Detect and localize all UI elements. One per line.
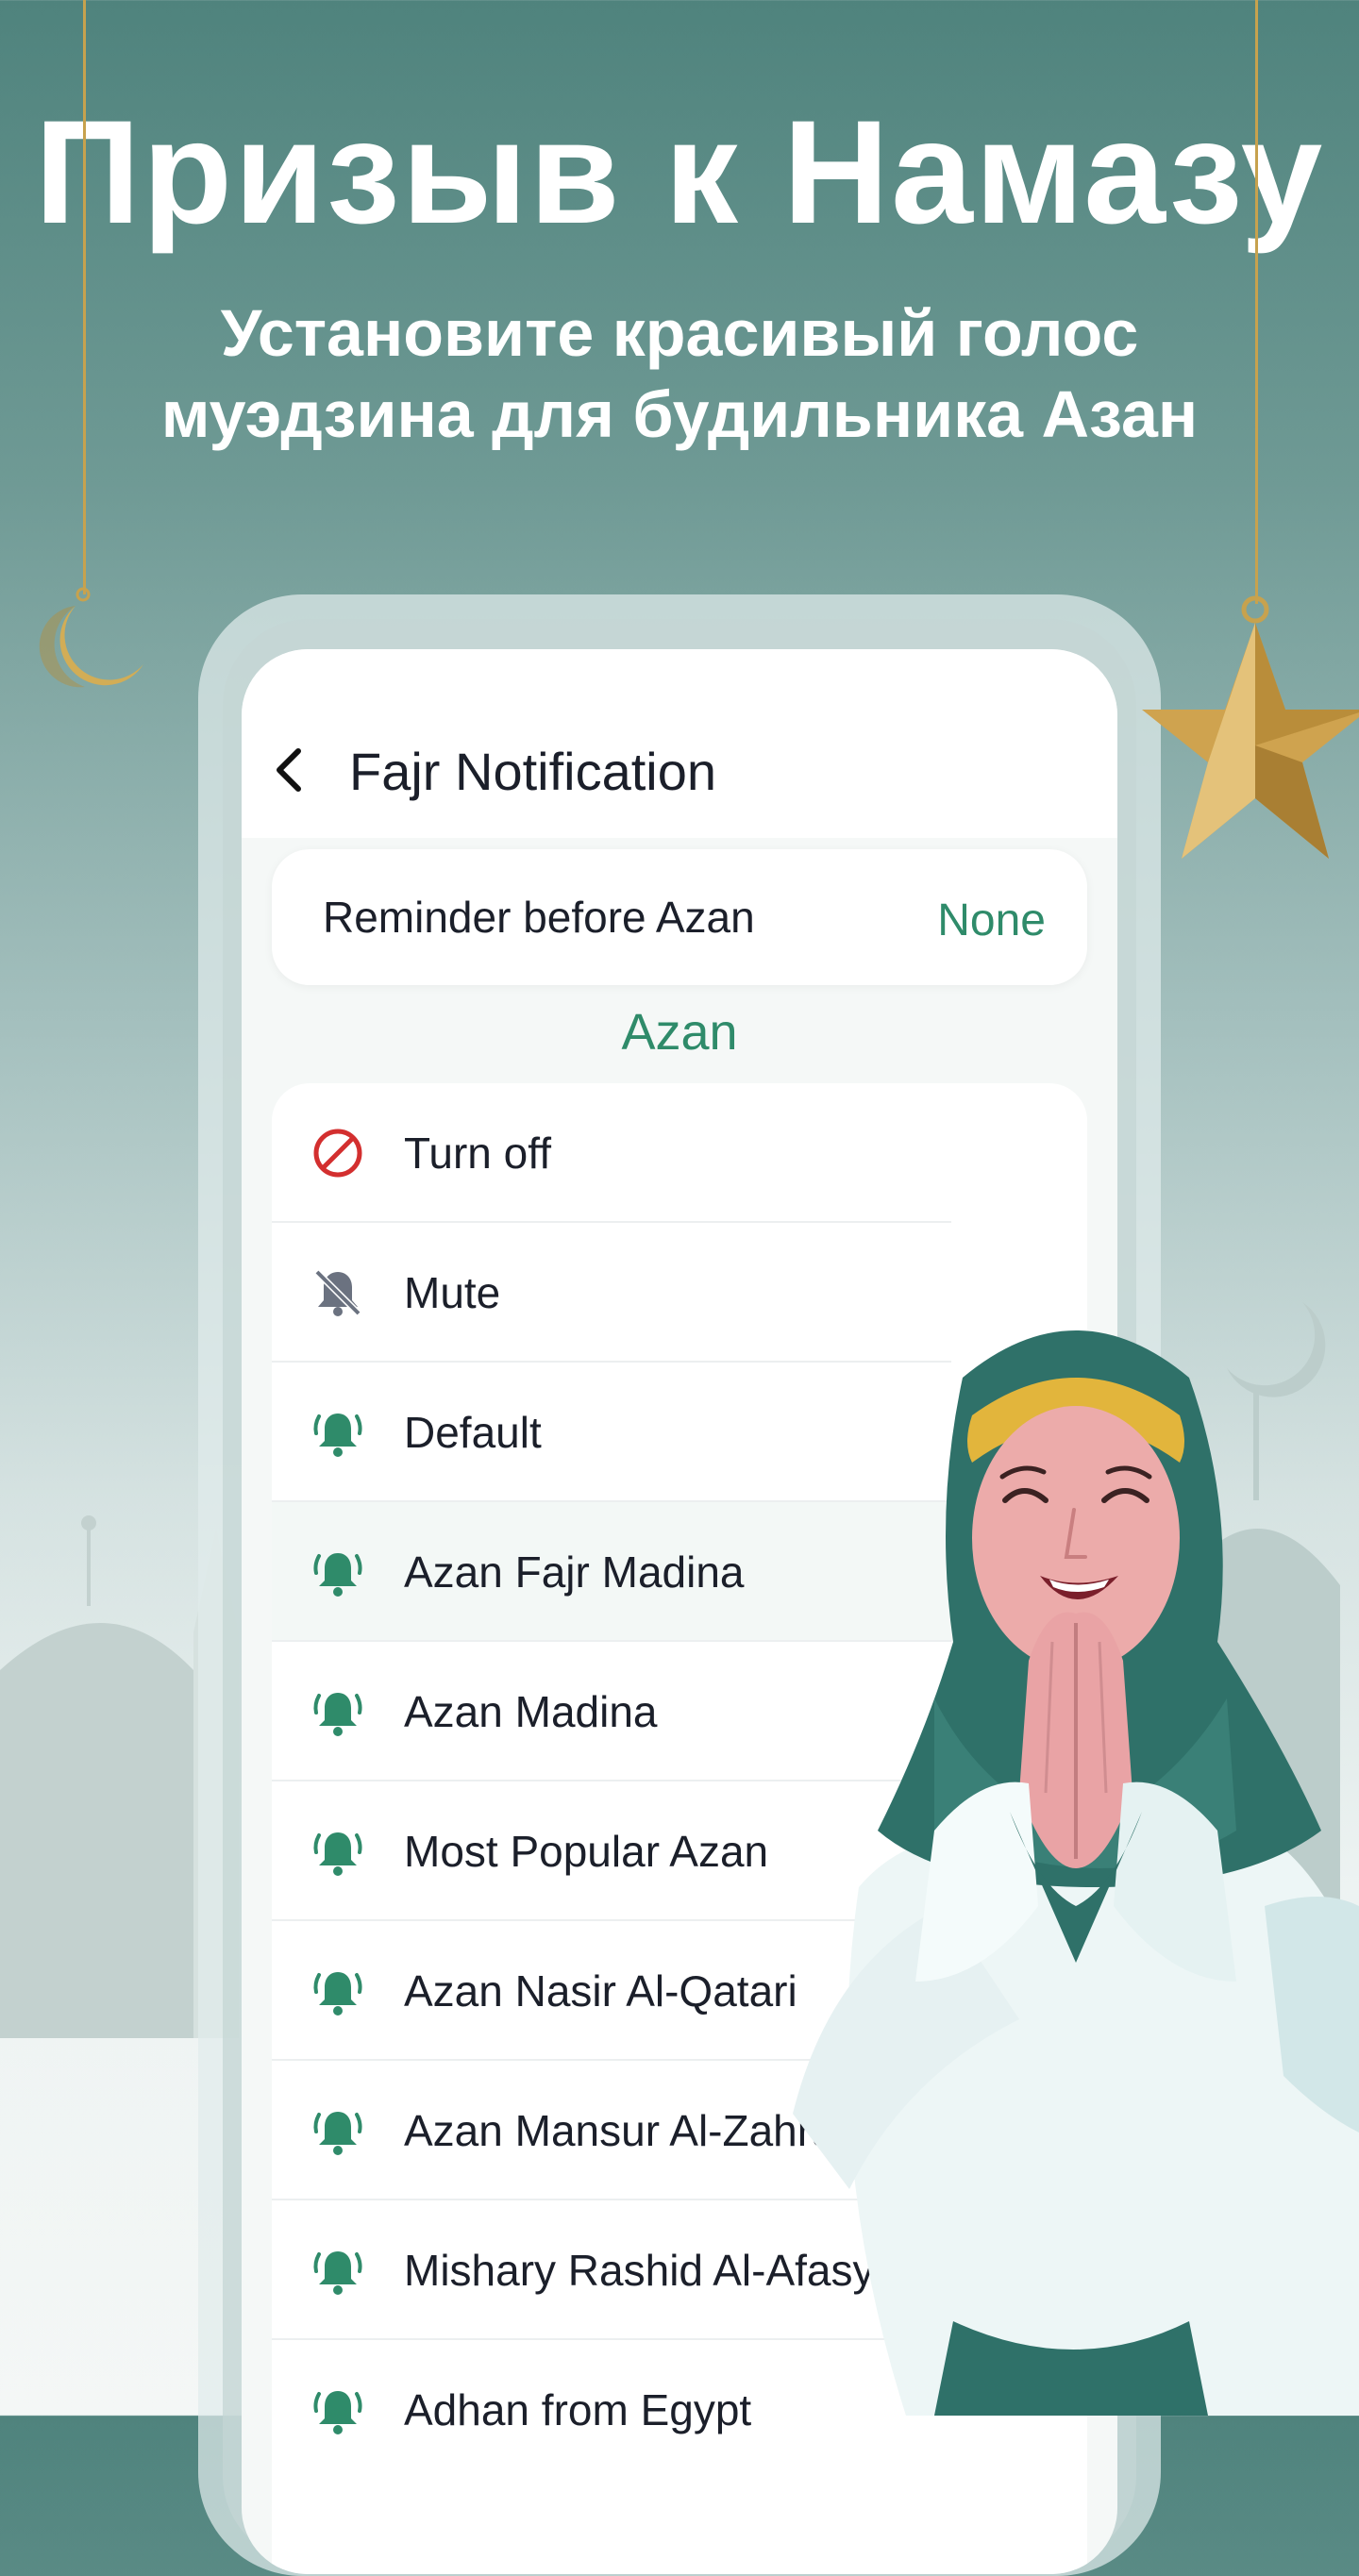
- option-label: Azan Madina: [404, 1687, 658, 1736]
- option-label: Most Popular Azan: [404, 1827, 769, 1876]
- star-ornament-icon: [1142, 595, 1359, 859]
- bell-ringing-icon: [313, 2112, 362, 2155]
- crescent-moon-icon: [39, 587, 144, 688]
- option-label: Turn off: [404, 1129, 551, 1178]
- praying-woman-illustration: [793, 1330, 1359, 2416]
- bell-ringing-icon: [313, 1693, 362, 1736]
- option-label: Mute: [404, 1268, 501, 1317]
- back-button[interactable]: [260, 740, 321, 800]
- bell-ringing-icon: [313, 1553, 362, 1597]
- bell-ringing-icon: [313, 1413, 362, 1457]
- star-string: [1255, 0, 1258, 604]
- option-label: Azan Fajr Madina: [404, 1547, 745, 1597]
- option-turn-off[interactable]: Turn off: [272, 1083, 1087, 1223]
- option-label: Default: [404, 1408, 542, 1457]
- option-label: Adhan from Egypt: [404, 2385, 752, 2434]
- promo-subline: Установите красивый голос муэдзина для б…: [57, 293, 1302, 455]
- screen-title: Fajr Notification: [349, 742, 717, 801]
- promo-subline-line-1: Установите красивый голос: [220, 296, 1139, 370]
- promo-subline-line-2: муэдзина для будильника Азан: [160, 377, 1199, 451]
- reminder-before-azan-setting[interactable]: Reminder before Azan None: [272, 849, 1087, 985]
- option-label: Azan Nasir Al-Qatari: [404, 1966, 797, 2016]
- bell-ringing-icon: [313, 2251, 362, 2295]
- bell-ringing-icon: [313, 1972, 362, 2016]
- top-app-bar: Fajr Notification: [242, 649, 1117, 838]
- bell-off-icon: [314, 1269, 361, 1316]
- reminder-label: Reminder before Azan: [323, 893, 755, 942]
- block-icon: [313, 1129, 362, 1178]
- bell-ringing-icon: [313, 1832, 362, 1876]
- reminder-value[interactable]: None: [937, 895, 1046, 947]
- crescent-string: [83, 0, 86, 594]
- chevron-left-icon: [277, 748, 301, 792]
- bell-ringing-icon: [313, 2391, 362, 2434]
- azan-section-title: Azan: [621, 1004, 738, 1061]
- promo-headline: Призыв к Намазу: [34, 91, 1325, 255]
